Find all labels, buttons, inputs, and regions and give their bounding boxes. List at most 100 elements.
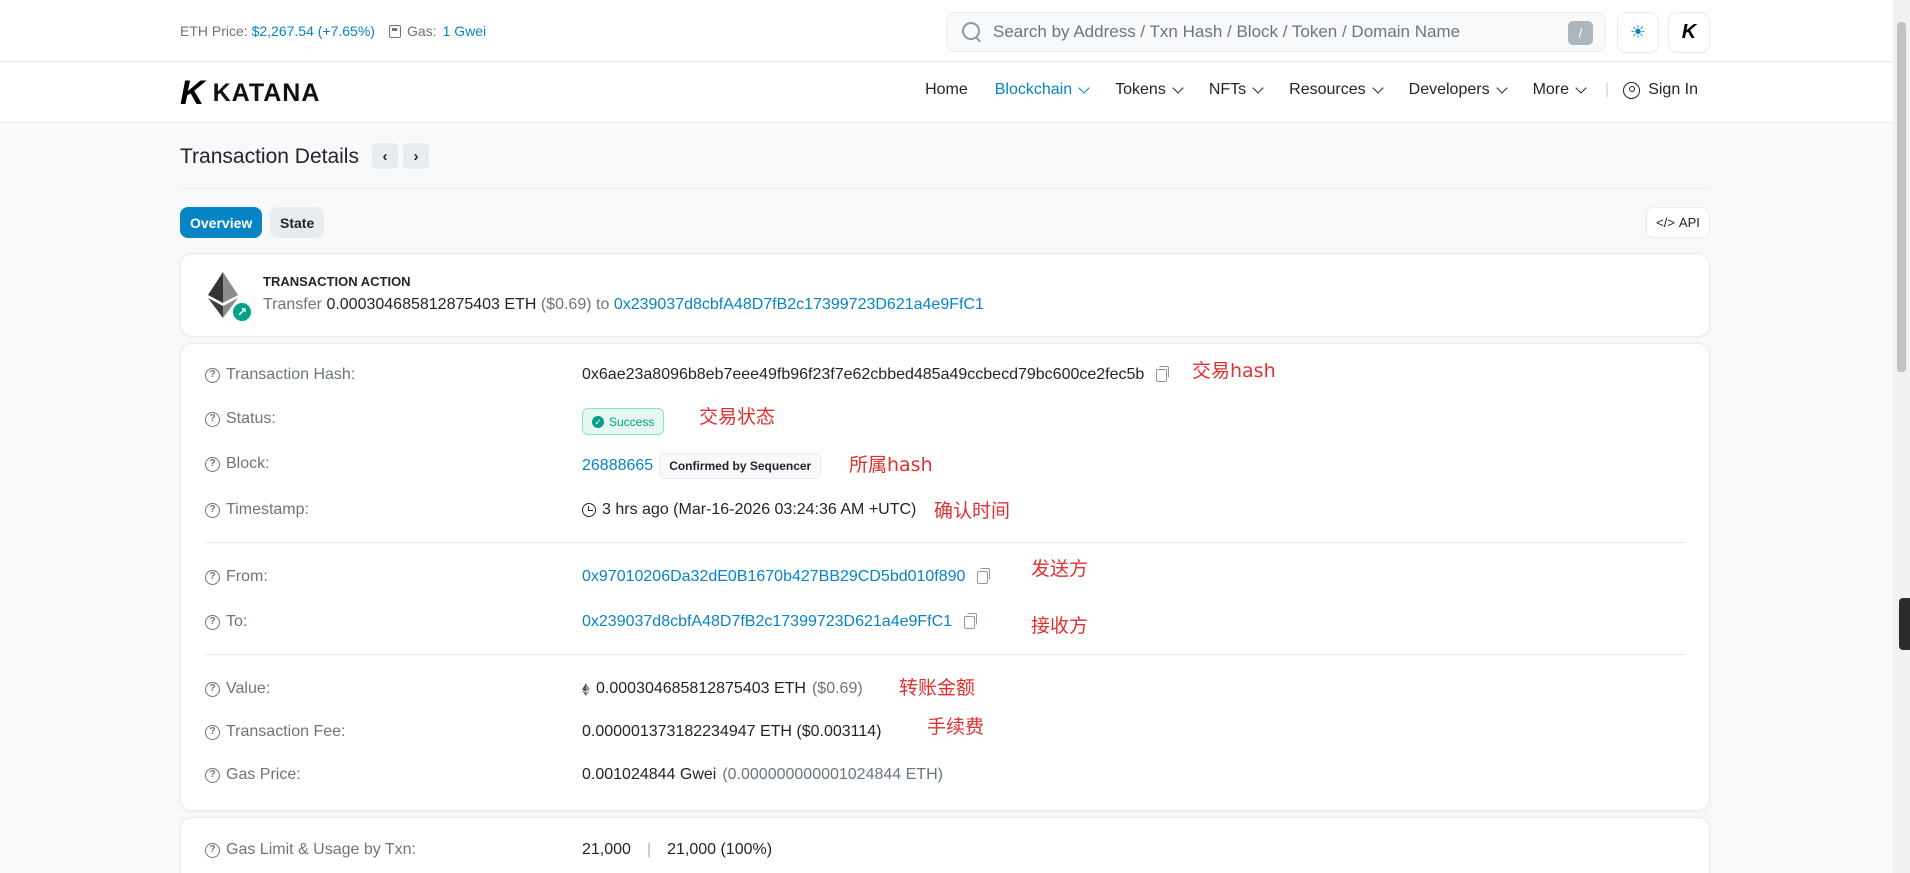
section-divider	[205, 542, 1686, 543]
chevron-down-icon	[1495, 81, 1508, 94]
nav-item-developers[interactable]: Developers	[1409, 81, 1508, 99]
annotation-value: 转账金额	[899, 677, 976, 699]
action-amount: 0.000304685812875403 ETH	[326, 296, 537, 313]
question-icon[interactable]: ?	[205, 724, 220, 740]
nav-item-tokens[interactable]: Tokens	[1115, 81, 1184, 99]
transaction-hash-text: 0x6ae23a8096b8eb7eee49fb96f23f7e62cbbed4…	[582, 366, 1145, 383]
question-icon[interactable]: ?	[205, 767, 220, 783]
network-switch-button[interactable]: K	[1668, 12, 1710, 53]
detail-label-gas-price: ? Gas Price:	[205, 766, 301, 784]
nav-menu: Home Blockchain Tokens NFTs Resources De…	[898, 81, 1698, 99]
copy-icon[interactable]	[964, 612, 978, 629]
detail-value-status: ✓ Success	[582, 408, 665, 435]
question-icon[interactable]: ?	[205, 502, 220, 518]
section-divider	[205, 654, 1686, 655]
detail-value-value: 0.000304685812875403 ETH ($0.69)	[582, 680, 863, 698]
next-transaction-button[interactable]: ›	[403, 143, 429, 169]
chevron-down-icon	[1575, 81, 1587, 94]
main-navbar: K KATANA Home Blockchain Tokens NFTs Res…	[0, 63, 1893, 123]
sun-icon: ☀	[1629, 22, 1647, 42]
transaction-action-heading: TRANSACTION ACTION	[263, 274, 411, 289]
block-confirmation-badge: Confirmed by Sequencer	[659, 453, 822, 479]
code-icon: </>	[1656, 215, 1675, 230]
detail-label-timestamp: ? Timestamp:	[205, 501, 309, 519]
chevron-right-icon: ›	[413, 147, 419, 165]
value-divider: |	[646, 841, 652, 858]
question-icon[interactable]: ?	[205, 842, 220, 858]
eth-price-value[interactable]: $2,267.54 (+7.65%)	[252, 23, 375, 39]
eth-price: ETH Price: $2,267.54 (+7.65%)	[180, 23, 375, 39]
katana-logo-icon: K	[1681, 21, 1697, 43]
search-icon	[961, 21, 983, 43]
nav-item-more[interactable]: More	[1533, 81, 1587, 99]
status-badge: ✓ Success	[582, 408, 665, 435]
detail-value-gas-limit: 21,000 | 21,000 (100%)	[582, 841, 773, 858]
search-box[interactable]: /	[946, 12, 1606, 52]
chevron-down-icon	[1078, 81, 1090, 94]
question-icon[interactable]: ?	[205, 456, 220, 472]
annotation-status: 交易状态	[699, 406, 776, 428]
copy-icon[interactable]	[1156, 365, 1170, 382]
theme-toggle-button[interactable]: ☀	[1617, 12, 1659, 53]
to-address-link[interactable]: 0x239037d8cbfA48D7fB2c17399723D621a4e9Ff…	[582, 613, 952, 631]
site-logo[interactable]: K KATANA	[180, 76, 320, 110]
nav-item-resources[interactable]: Resources	[1289, 81, 1384, 99]
eth-price-label: ETH Price:	[180, 23, 248, 39]
detail-value-block: 26888665 Confirmed by Sequencer	[582, 453, 822, 479]
detail-label-fee: ? Transaction Fee:	[205, 723, 345, 741]
scrollbar-thumb[interactable]	[1897, 22, 1906, 372]
clock-icon	[582, 503, 596, 517]
detail-value-to: 0x239037d8cbfA48D7fB2c17399723D621a4e9Ff…	[582, 612, 978, 631]
katana-logo-mark: K	[180, 74, 205, 112]
chevron-down-icon	[1371, 81, 1384, 94]
search-input[interactable]	[993, 22, 1553, 42]
detail-value-gas-price: 0.001024844 Gwei (0.000000000001024844 E…	[582, 766, 943, 783]
detail-label-gas-limit: ? Gas Limit & Usage by Txn:	[205, 841, 416, 859]
annotation-block: 所属hash	[849, 454, 933, 476]
prev-transaction-button[interactable]: ‹	[372, 143, 398, 169]
tab-overview[interactable]: Overview	[180, 207, 263, 238]
check-circle-icon: ✓	[592, 415, 604, 428]
question-icon[interactable]: ?	[205, 569, 220, 585]
question-icon[interactable]: ?	[205, 367, 220, 383]
question-icon[interactable]: ?	[205, 614, 220, 630]
top-bar: ETH Price: $2,267.54 (+7.65%) Gas: 1 Gwe…	[0, 0, 1893, 62]
api-button[interactable]: </> API	[1646, 207, 1710, 238]
action-to-word: to	[596, 296, 610, 313]
annotation-to: 接收方	[1031, 615, 1089, 637]
page-scrollbar[interactable]	[1893, 0, 1910, 873]
chevron-down-icon	[1172, 81, 1184, 94]
gas-value[interactable]: 1 Gwei	[443, 23, 487, 39]
detail-label-hash: ? Transaction Hash:	[205, 366, 355, 384]
from-address-link[interactable]: 0x97010206Da32dE0B1670b427BB29CD5bd010f8…	[582, 568, 965, 586]
block-number-link[interactable]: 26888665	[582, 457, 653, 475]
detail-label-block: ? Block:	[205, 455, 270, 473]
action-usd: ($0.69)	[540, 296, 592, 313]
tab-state[interactable]: State	[270, 207, 325, 238]
annotation-fee: 手续费	[927, 716, 985, 738]
transfer-arrow-icon: ↗	[231, 301, 253, 323]
detail-value-from: 0x97010206Da32dE0B1670b427BB29CD5bd010f8…	[582, 567, 991, 586]
header-divider	[180, 188, 1710, 189]
detail-label-from: ? From:	[205, 568, 268, 586]
nav-item-blockchain[interactable]: Blockchain	[995, 81, 1090, 99]
action-verb: Transfer	[263, 296, 322, 313]
nav-divider: |	[1605, 81, 1610, 98]
question-icon[interactable]: ?	[205, 411, 220, 427]
ethereum-icon	[582, 682, 590, 696]
nav-item-home[interactable]: Home	[925, 81, 968, 99]
transaction-action-card: ↗ TRANSACTION ACTION Transfer 0.00030468…	[180, 253, 1710, 337]
detail-value-timestamp: 3 hrs ago (Mar-16-2026 03:24:36 AM +UTC)	[582, 501, 916, 519]
nav-item-nfts[interactable]: NFTs	[1209, 81, 1264, 99]
transaction-action-text: Transfer 0.000304685812875403 ETH ($0.69…	[263, 296, 984, 314]
katana-logo-text: KATANA	[212, 78, 321, 107]
detail-value-hash: 0x6ae23a8096b8eb7eee49fb96f23f7e62cbbed4…	[582, 365, 1170, 384]
action-to-address-link[interactable]: 0x239037d8cbfA48D7fB2c17399723D621a4e9Ff…	[614, 296, 984, 313]
copy-icon[interactable]	[977, 567, 991, 584]
question-icon[interactable]: ?	[205, 681, 220, 697]
sign-in-link[interactable]: Sign In	[1623, 81, 1698, 99]
user-icon	[1623, 81, 1641, 99]
detail-label-value: ? Value:	[205, 680, 270, 698]
side-widget-tab[interactable]	[1899, 598, 1910, 650]
gas-info: Gas: 1 Gwei	[389, 23, 486, 39]
